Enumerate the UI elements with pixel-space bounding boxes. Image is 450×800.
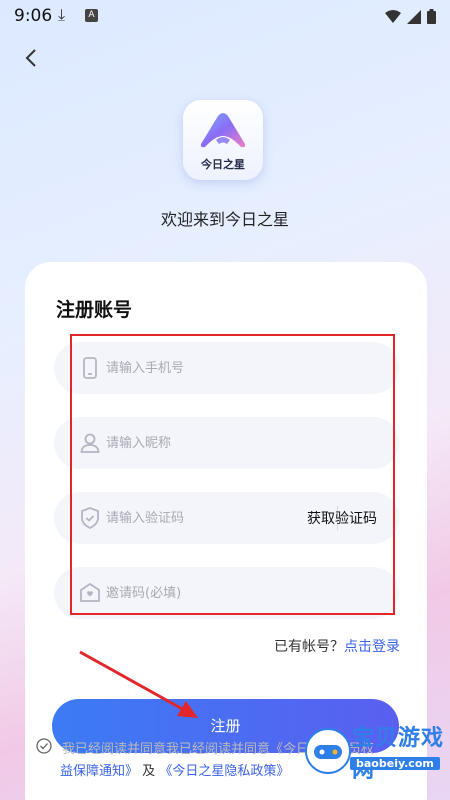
welcome-text: 欢迎来到今日之星	[160, 210, 289, 229]
chevron-left-icon	[25, 49, 36, 67]
agreement-line2: 益保障通知》 及 《今日之星隐私政策》	[60, 760, 289, 779]
form-title: 注册账号	[56, 299, 133, 321]
signal-icon	[407, 9, 421, 24]
wifi-icon	[385, 9, 401, 23]
watermark: 宝贝游戏网 baobeiy.com	[300, 720, 450, 800]
back-button[interactable]	[18, 44, 46, 72]
login-link[interactable]: 点击登录	[344, 639, 400, 655]
status-time: 9:06	[14, 6, 53, 26]
gamepad-icon	[305, 728, 351, 774]
member-rights-link[interactable]: 益保障通知》	[60, 764, 138, 779]
battery-icon	[427, 9, 436, 24]
status-bar: 9:06 ⤓ A	[0, 0, 450, 32]
app-logo: 今日之星	[183, 100, 263, 180]
status-right-icons	[385, 9, 436, 24]
logo-name: 今日之星	[201, 158, 245, 171]
login-question: 已有帐号？	[274, 639, 344, 655]
highlight-box	[70, 334, 395, 615]
login-row: 已有帐号？点击登录	[274, 636, 400, 656]
agreement-and: 及	[142, 764, 156, 779]
download-icon: ⤓	[58, 5, 66, 24]
privacy-policy-link[interactable]: 《今日之星隐私政策》	[159, 764, 289, 779]
checkbox-icon[interactable]	[36, 738, 52, 754]
watermark-url: baobeiy.com	[350, 757, 440, 770]
app-notification-icon: A	[85, 9, 98, 22]
watermark-text: 宝贝游戏网	[352, 726, 445, 783]
